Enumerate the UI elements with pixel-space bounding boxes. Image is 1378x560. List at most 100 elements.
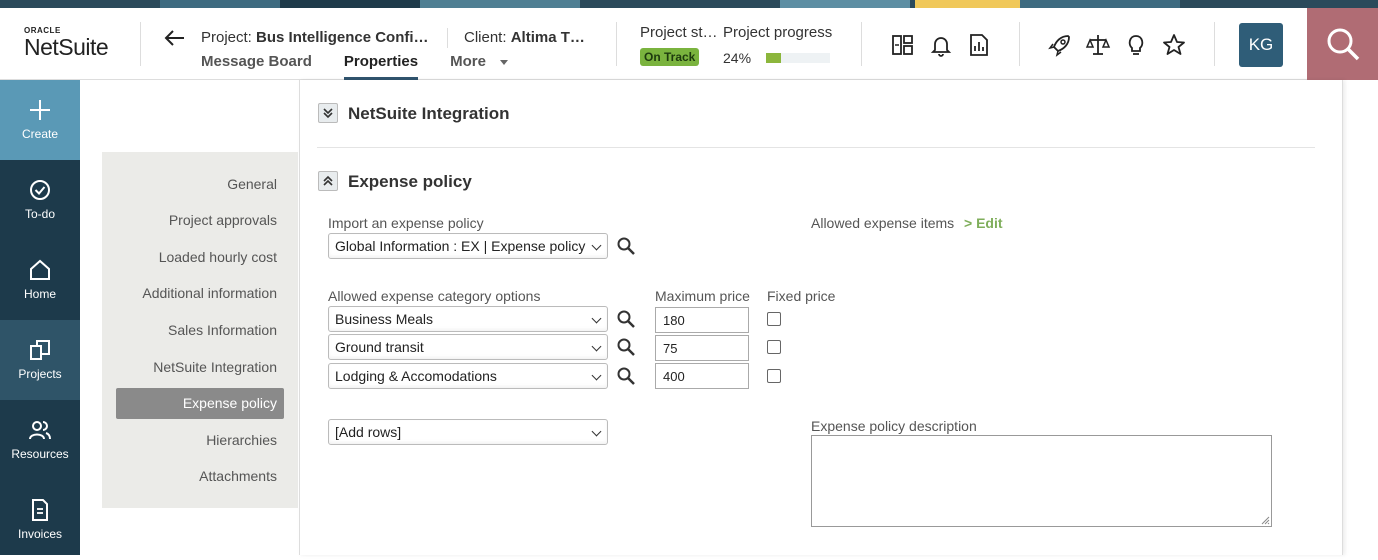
global-search-button[interactable]	[1307, 8, 1378, 80]
home-icon	[30, 259, 50, 280]
tab-message-board[interactable]: Message Board	[201, 53, 312, 80]
allowed-items-label: Allowed expense items	[811, 215, 955, 231]
projects-icon	[30, 340, 50, 360]
max-price-input-row2[interactable]: 75	[655, 335, 749, 361]
max-price-label: Maximum price	[655, 288, 750, 304]
sidebar-item-todo[interactable]: To-do	[0, 160, 80, 240]
people-icon	[29, 421, 51, 440]
progress-percent: 24%	[723, 50, 752, 66]
expand-section-toggle[interactable]	[318, 103, 338, 123]
project-name: Bus Intelligence Confi…	[256, 29, 429, 46]
section-divider	[317, 147, 1315, 148]
sidebar-item-resources[interactable]: Resources	[0, 400, 80, 480]
app-header: ORACLE NetSuite Project: Bus Intelligenc…	[0, 8, 1378, 80]
chevron-down-icon	[591, 313, 602, 324]
header-divider	[861, 22, 862, 66]
user-avatar[interactable]: KG	[1239, 23, 1283, 67]
category-select-row3[interactable]: Lodging & Accomodations	[328, 363, 608, 389]
report-icon[interactable]	[966, 32, 992, 58]
sidebar-item-label: To-do	[24, 207, 56, 221]
max-price-input-row1[interactable]: 180	[655, 307, 749, 333]
back-arrow-icon[interactable]	[162, 26, 188, 50]
top-decor-stripe	[0, 0, 1378, 8]
fixed-price-checkbox-row1[interactable]	[767, 312, 781, 326]
properties-subnav: General Project approvals Loaded hourly …	[102, 152, 298, 508]
fixed-price-checkbox-row2[interactable]	[767, 340, 781, 354]
chevron-down-icon	[591, 426, 602, 437]
client-prefix: Client:	[464, 29, 507, 46]
search-icon[interactable]	[616, 366, 636, 386]
search-icon[interactable]	[616, 337, 636, 357]
subnav-item-hierarchies[interactable]: Hierarchies	[206, 432, 277, 448]
double-chevron-up-icon	[323, 175, 333, 186]
subnav-item-project-approvals[interactable]: Project approvals	[169, 212, 277, 228]
header-divider	[616, 22, 617, 66]
fixed-price-label: Fixed price	[767, 288, 836, 304]
subnav-item-netsuite-integration[interactable]: NetSuite Integration	[153, 359, 277, 375]
project-prefix: Project:	[201, 29, 252, 46]
add-rows-value: [Add rows]	[335, 424, 402, 440]
sidebar-item-home[interactable]: Home	[0, 240, 80, 320]
scales-icon[interactable]	[1085, 32, 1111, 58]
description-label: Expense policy description	[811, 418, 977, 434]
status-badge: On Track	[640, 48, 700, 66]
project-status-label: Project st…	[640, 24, 718, 41]
project-title[interactable]: Project: Bus Intelligence Confi…	[201, 29, 429, 46]
header-divider	[140, 22, 141, 66]
sidebar-item-label: Create	[21, 127, 59, 141]
section-title-expense[interactable]: Expense policy	[348, 172, 472, 192]
tab-more-label: More	[450, 53, 486, 70]
subnav-item-attachments[interactable]: Attachments	[199, 468, 277, 484]
header-divider	[1214, 22, 1215, 66]
subnav-item-loaded-hourly-cost[interactable]: Loaded hourly cost	[159, 249, 277, 265]
sidebar-item-label: Invoices	[17, 527, 63, 541]
progress-bar	[766, 53, 830, 63]
edit-allowed-items-link[interactable]: > Edit	[964, 215, 1003, 231]
sidebar-item-invoices[interactable]: Invoices	[0, 480, 80, 560]
main-sidebar: Create To-do Home Projects Resources Inv…	[0, 80, 80, 555]
fixed-price-checkbox-row3[interactable]	[767, 369, 781, 383]
bell-icon[interactable]	[928, 32, 954, 58]
import-policy-select[interactable]: Global Information : EX | Expense policy	[328, 233, 608, 259]
star-icon[interactable]	[1161, 32, 1187, 58]
header-divider	[447, 28, 448, 48]
subnav-item-additional-information[interactable]: Additional information	[142, 285, 277, 301]
project-progress-label: Project progress	[723, 24, 833, 41]
subnav-item-general[interactable]: General	[227, 176, 277, 192]
caret-down-icon	[499, 59, 508, 65]
search-icon	[1327, 28, 1360, 61]
tab-more[interactable]: More	[450, 53, 508, 80]
client-name: Altima T…	[510, 29, 585, 46]
invoice-icon	[32, 499, 48, 521]
expense-policy-description-textarea[interactable]	[811, 435, 1272, 527]
rocket-icon[interactable]	[1047, 32, 1073, 58]
category-value: Business Meals	[335, 311, 434, 327]
subnav-item-expense-policy[interactable]: Expense policy	[116, 388, 284, 419]
double-chevron-down-icon	[323, 108, 333, 119]
chevron-down-icon	[591, 370, 602, 381]
sidebar-item-label: Projects	[18, 367, 62, 381]
resize-handle-icon[interactable]	[1260, 515, 1270, 525]
netsuite-wordmark: NetSuite	[24, 34, 109, 60]
sidebar-item-projects[interactable]: Projects	[0, 320, 80, 400]
category-options-label: Allowed expense category options	[328, 288, 541, 304]
collapse-section-toggle[interactable]	[318, 171, 338, 191]
import-policy-value: Global Information : EX | Expense policy	[335, 238, 586, 254]
search-icon[interactable]	[616, 309, 636, 329]
section-title-netsuite[interactable]: NetSuite Integration	[348, 104, 510, 124]
max-price-input-row3[interactable]: 400	[655, 363, 749, 389]
sidebar-item-label: Home	[23, 287, 56, 301]
client-title[interactable]: Client: Altima T…	[464, 29, 585, 46]
subnav-item-sales-information[interactable]: Sales Information	[168, 322, 277, 338]
netsuite-logo[interactable]: ORACLE NetSuite	[24, 26, 124, 59]
category-select-row2[interactable]: Ground transit	[328, 334, 608, 360]
sidebar-item-create[interactable]: Create	[0, 80, 80, 160]
category-value: Ground transit	[335, 339, 424, 355]
search-icon[interactable]	[616, 236, 636, 256]
category-select-row1[interactable]: Business Meals	[328, 306, 608, 332]
tab-properties[interactable]: Properties	[343, 53, 419, 80]
add-rows-select[interactable]: [Add rows]	[328, 419, 608, 445]
lightbulb-icon[interactable]	[1123, 32, 1149, 58]
check-circle-icon	[30, 180, 50, 200]
dashboard-icon[interactable]	[890, 32, 916, 58]
